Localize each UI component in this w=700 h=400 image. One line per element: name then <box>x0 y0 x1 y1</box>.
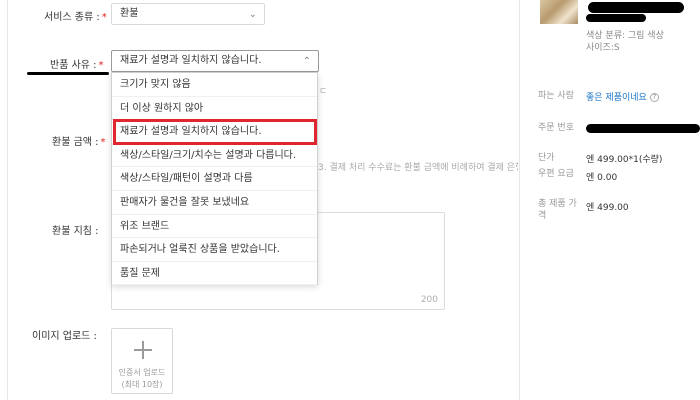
panel-divider <box>519 0 520 400</box>
chevron-up-icon: ⌃ <box>302 56 311 67</box>
product-thumbnail <box>540 0 578 24</box>
image-upload-label: 이미지 업로드 : <box>32 331 97 342</box>
service-type-label: 서비스 종류 : * <box>44 12 107 23</box>
dropdown-option[interactable]: 더 이상 원하지 않아 <box>112 97 317 121</box>
label-underline-mark <box>27 72 109 75</box>
seller-link[interactable]: 좋은 제품이네요? <box>586 90 659 103</box>
return-reason-value: 재료가 설명과 일치하지 않습니다. <box>120 55 262 66</box>
dropdown-option[interactable]: 판매자가 물건을 잘못 보냈네요 <box>112 191 317 215</box>
shipping-fee-value: 엔 0.00 <box>586 173 618 183</box>
service-type-select[interactable]: 환불 ⌄ <box>111 3 265 25</box>
return-reason-select[interactable]: 재료가 설명과 일치하지 않습니다. ⌃ <box>111 50 319 72</box>
hint-fragment: ㄷ <box>319 87 328 97</box>
total-price-value: 엔 499.00 <box>586 203 629 213</box>
upload-button-text: 인증서 업로드 <box>118 368 166 377</box>
refund-amount-label: 환불 금액 : * <box>52 137 106 148</box>
seller-label: 파는 사람 <box>538 91 574 101</box>
upload-limit-text: (최대 10장) <box>121 380 163 389</box>
dropdown-option-selected[interactable]: 재료가 설명과 일치하지 않습니다. <box>112 120 317 144</box>
redacted-order-number <box>586 124 700 133</box>
plus-icon <box>134 341 152 359</box>
dropdown-option[interactable]: 위조 브랜드 <box>112 215 317 239</box>
service-type-value: 환불 <box>120 8 139 19</box>
total-price-label: 총 제품 가격 <box>538 199 577 221</box>
chevron-down-icon: ⌄ <box>248 9 257 20</box>
left-border <box>7 0 8 400</box>
char-counter: 200 <box>420 295 438 305</box>
shipping-fee-label: 우편 요금 <box>538 169 574 179</box>
redacted-product-name <box>588 2 684 13</box>
return-reason-label: 반품 사유 : * <box>50 60 104 71</box>
refund-fee-hint: 3. 결제 처리 수수료는 환불 금액에 비례하여 결제 은행 <box>318 163 518 173</box>
question-icon[interactable]: ? <box>649 93 659 102</box>
product-size: 사이즈:S <box>586 43 620 53</box>
order-number-label: 주문 번호 <box>538 123 574 133</box>
dropdown-option[interactable]: 파손되거나 얼룩진 상품을 받았습니다. <box>112 238 317 262</box>
dropdown-option[interactable]: 색상/스타일/패턴이 설명과 다름 <box>112 167 317 191</box>
dropdown-option[interactable]: 색상/스타일/크기/치수는 설명과 다릅니다. <box>112 144 317 168</box>
upload-certificate-button[interactable]: 인증서 업로드 (최대 10장) <box>111 328 173 394</box>
dropdown-option[interactable]: 크기가 맞지 않음 <box>112 73 317 97</box>
unit-price-value: 엔 499.00*1(수량) <box>586 155 663 165</box>
refund-guide-label: 환불 지침 : <box>52 226 99 237</box>
dropdown-option[interactable]: 품질 문제 <box>112 262 317 286</box>
return-reason-dropdown: 크기가 맞지 않음 더 이상 원하지 않아 재료가 설명과 일치하지 않습니다.… <box>111 72 318 286</box>
unit-price-label: 단가 <box>538 153 555 163</box>
redacted-product-name <box>586 14 646 22</box>
